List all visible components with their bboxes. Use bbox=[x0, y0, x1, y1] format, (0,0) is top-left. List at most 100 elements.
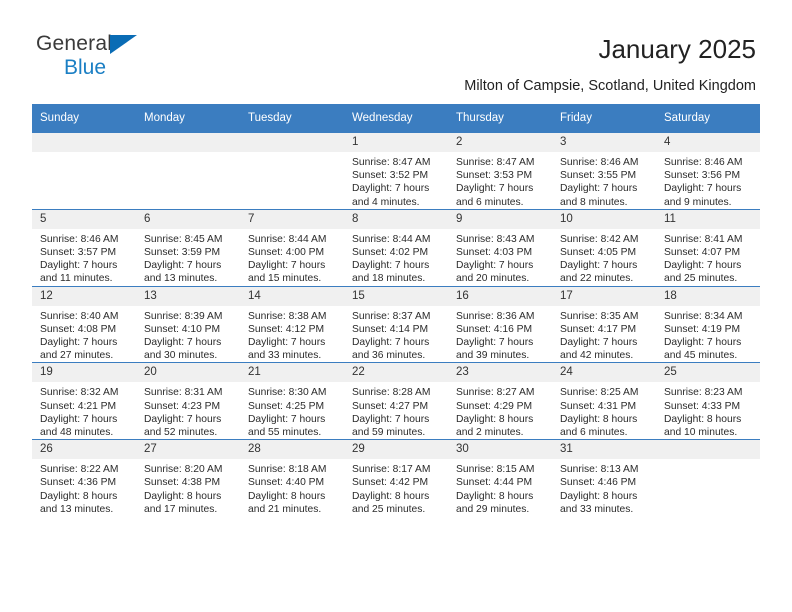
calendar-day-cell[interactable]: 18 Sunrise: 8:34 AM Sunset: 4:19 PM Dayligh… bbox=[656, 285, 760, 363]
sunset-text: Sunset: 4:44 PM bbox=[456, 477, 533, 489]
calendar-empty-cell bbox=[656, 439, 760, 517]
daylight-text-line2: and 6 minutes. bbox=[560, 427, 628, 439]
daylight-text-line2: and 33 minutes. bbox=[560, 503, 634, 515]
sunset-text: Sunset: 4:17 PM bbox=[560, 323, 637, 335]
calendar-day-cell[interactable]: 21 Sunrise: 8:30 AM Sunset: 4:25 PM Dayligh… bbox=[240, 362, 344, 440]
calendar-day-cell[interactable]: 2 Sunrise: 8:47 AM Sunset: 3:53 PM Daylight… bbox=[448, 132, 552, 210]
calendar-day-cell[interactable]: 25 Sunrise: 8:23 AM Sunset: 4:33 PM Dayligh… bbox=[656, 362, 760, 440]
day-number: 14 bbox=[240, 286, 344, 306]
calendar-day-cell[interactable]: 12 Sunrise: 8:40 AM Sunset: 4:08 PM Dayligh… bbox=[32, 285, 136, 363]
calendar-day-cell[interactable]: 7 Sunrise: 8:44 AM Sunset: 4:00 PM Daylight… bbox=[240, 208, 344, 287]
daylight-text-line2: and 55 minutes. bbox=[248, 427, 322, 439]
day-sun-info: Sunrise: 8:20 AM Sunset: 4:38 PM Daylight:… bbox=[136, 459, 240, 516]
calendar-day-cell[interactable]: 16 Sunrise: 8:36 AM Sunset: 4:16 PM Dayligh… bbox=[448, 285, 552, 363]
sunset-text: Sunset: 4:42 PM bbox=[352, 477, 429, 489]
weekday-header-saturday: Saturday bbox=[656, 104, 760, 133]
calendar-day-cell[interactable]: 5 Sunrise: 8:46 AM Sunset: 3:57 PM Daylight… bbox=[32, 208, 136, 287]
daylight-text-line2: and 36 minutes. bbox=[352, 350, 426, 362]
daylight-text-line1: Daylight: 7 hours bbox=[560, 260, 638, 272]
sunset-text: Sunset: 4:36 PM bbox=[40, 477, 117, 489]
day-sun-info: Sunrise: 8:27 AM Sunset: 4:29 PM Daylight:… bbox=[448, 382, 552, 439]
day-number: 5 bbox=[32, 209, 136, 229]
calendar-day-cell[interactable]: 27 Sunrise: 8:20 AM Sunset: 4:38 PM Dayligh… bbox=[136, 439, 240, 517]
general-blue-logo[interactable]: General Blue bbox=[36, 33, 137, 79]
daylight-text-line1: Daylight: 7 hours bbox=[456, 337, 534, 349]
calendar-day-cell[interactable]: 8 Sunrise: 8:44 AM Sunset: 4:02 PM Daylight… bbox=[344, 208, 448, 287]
day-number: 11 bbox=[656, 209, 760, 229]
daylight-text-line1: Daylight: 7 hours bbox=[352, 337, 430, 349]
sunrise-text: Sunrise: 8:15 AM bbox=[456, 464, 535, 476]
sunset-text: Sunset: 4:05 PM bbox=[560, 247, 637, 259]
day-number: 17 bbox=[552, 286, 656, 306]
daylight-text-line2: and 39 minutes. bbox=[456, 350, 530, 362]
calendar-day-cell[interactable]: 17 Sunrise: 8:35 AM Sunset: 4:17 PM Dayligh… bbox=[552, 285, 656, 363]
calendar-day-cell[interactable]: 10 Sunrise: 8:42 AM Sunset: 4:05 PM Dayligh… bbox=[552, 208, 656, 287]
weekday-header-wednesday: Wednesday bbox=[344, 104, 448, 133]
page-title: January 2025 bbox=[598, 34, 756, 64]
day-number: 1 bbox=[344, 133, 448, 152]
day-sun-info: Sunrise: 8:46 AM Sunset: 3:57 PM Daylight:… bbox=[32, 229, 136, 286]
daylight-text-line2: and 59 minutes. bbox=[352, 427, 426, 439]
daylight-text-line1: Daylight: 7 hours bbox=[664, 183, 742, 195]
day-sun-info: Sunrise: 8:13 AM Sunset: 4:46 PM Daylight:… bbox=[552, 459, 656, 516]
day-sun-info: Sunrise: 8:43 AM Sunset: 4:03 PM Daylight:… bbox=[448, 229, 552, 286]
calendar-day-cell[interactable]: 9 Sunrise: 8:43 AM Sunset: 4:03 PM Daylight… bbox=[448, 208, 552, 287]
daylight-text-line1: Daylight: 7 hours bbox=[456, 183, 534, 195]
calendar-week-row: 26 Sunrise: 8:22 AM Sunset: 4:36 PM Dayligh… bbox=[32, 439, 760, 517]
calendar-day-cell[interactable]: 31 Sunrise: 8:13 AM Sunset: 4:46 PM Dayligh… bbox=[552, 439, 656, 517]
weekday-header-row: Sunday Monday Tuesday Wednesday Thursday… bbox=[32, 104, 760, 133]
calendar-day-cell[interactable]: 28 Sunrise: 8:18 AM Sunset: 4:40 PM Dayligh… bbox=[240, 439, 344, 517]
day-number: 23 bbox=[448, 363, 552, 383]
calendar-day-cell[interactable]: 22 Sunrise: 8:28 AM Sunset: 4:27 PM Dayligh… bbox=[344, 362, 448, 440]
calendar-day-cell[interactable]: 19 Sunrise: 8:32 AM Sunset: 4:21 PM Dayligh… bbox=[32, 362, 136, 440]
sunrise-text: Sunrise: 8:27 AM bbox=[456, 387, 535, 399]
sunset-text: Sunset: 4:25 PM bbox=[248, 400, 325, 412]
day-sun-info: Sunrise: 8:45 AM Sunset: 3:59 PM Daylight:… bbox=[136, 229, 240, 286]
sunset-text: Sunset: 4:19 PM bbox=[664, 323, 741, 335]
calendar-day-cell[interactable]: 20 Sunrise: 8:31 AM Sunset: 4:23 PM Dayligh… bbox=[136, 362, 240, 440]
page-header: General Blue January 2025 Milton of Camp… bbox=[0, 0, 792, 102]
day-sun-info: Sunrise: 8:17 AM Sunset: 4:42 PM Daylight:… bbox=[344, 459, 448, 516]
sunrise-sunset-calendar: Sunday Monday Tuesday Wednesday Thursday… bbox=[32, 104, 760, 517]
calendar-day-cell[interactable]: 30 Sunrise: 8:15 AM Sunset: 4:44 PM Dayligh… bbox=[448, 439, 552, 517]
calendar-day-cell[interactable]: 23 Sunrise: 8:27 AM Sunset: 4:29 PM Dayligh… bbox=[448, 362, 552, 440]
day-number: 20 bbox=[136, 363, 240, 383]
calendar-day-cell[interactable]: 6 Sunrise: 8:45 AM Sunset: 3:59 PM Daylight… bbox=[136, 208, 240, 287]
sunrise-text: Sunrise: 8:44 AM bbox=[352, 233, 431, 245]
sunrise-text: Sunrise: 8:46 AM bbox=[40, 233, 119, 245]
daylight-text-line1: Daylight: 7 hours bbox=[352, 413, 430, 425]
daylight-text-line1: Daylight: 8 hours bbox=[456, 490, 534, 502]
day-sun-info: Sunrise: 8:46 AM Sunset: 3:56 PM Daylight:… bbox=[656, 152, 760, 209]
day-number bbox=[136, 133, 240, 152]
day-number: 24 bbox=[552, 363, 656, 383]
sunrise-text: Sunrise: 8:13 AM bbox=[560, 464, 639, 476]
sunrise-text: Sunrise: 8:43 AM bbox=[456, 233, 535, 245]
weekday-header-friday: Friday bbox=[552, 104, 656, 133]
calendar-day-cell[interactable]: 4 Sunrise: 8:46 AM Sunset: 3:56 PM Daylight… bbox=[656, 132, 760, 210]
weekday-header-tuesday: Tuesday bbox=[240, 104, 344, 133]
daylight-text-line1: Daylight: 7 hours bbox=[352, 183, 430, 195]
day-number: 26 bbox=[32, 440, 136, 460]
calendar-day-cell[interactable]: 24 Sunrise: 8:25 AM Sunset: 4:31 PM Dayligh… bbox=[552, 362, 656, 440]
sunset-text: Sunset: 4:27 PM bbox=[352, 400, 429, 412]
sunset-text: Sunset: 3:56 PM bbox=[664, 170, 741, 182]
sunrise-text: Sunrise: 8:45 AM bbox=[144, 233, 223, 245]
calendar-day-cell[interactable]: 1 Sunrise: 8:47 AM Sunset: 3:52 PM Daylight… bbox=[344, 132, 448, 210]
calendar-day-cell[interactable]: 3 Sunrise: 8:46 AM Sunset: 3:55 PM Daylight… bbox=[552, 132, 656, 210]
calendar-day-cell[interactable]: 13 Sunrise: 8:39 AM Sunset: 4:10 PM Dayligh… bbox=[136, 285, 240, 363]
calendar-day-cell[interactable]: 15 Sunrise: 8:37 AM Sunset: 4:14 PM Dayligh… bbox=[344, 285, 448, 363]
daylight-text-line1: Daylight: 7 hours bbox=[248, 413, 326, 425]
calendar-day-cell[interactable]: 11 Sunrise: 8:41 AM Sunset: 4:07 PM Dayligh… bbox=[656, 208, 760, 287]
sunset-text: Sunset: 3:52 PM bbox=[352, 170, 429, 182]
triangle-icon bbox=[110, 35, 137, 54]
sunset-text: Sunset: 4:10 PM bbox=[144, 323, 221, 335]
calendar-day-cell[interactable]: 14 Sunrise: 8:38 AM Sunset: 4:12 PM Dayligh… bbox=[240, 285, 344, 363]
page-subtitle: Milton of Campsie, Scotland, United King… bbox=[464, 78, 756, 94]
sunset-text: Sunset: 4:38 PM bbox=[144, 477, 221, 489]
day-sun-info: Sunrise: 8:42 AM Sunset: 4:05 PM Daylight:… bbox=[552, 229, 656, 286]
sunset-text: Sunset: 4:31 PM bbox=[560, 400, 637, 412]
calendar-day-cell[interactable]: 29 Sunrise: 8:17 AM Sunset: 4:42 PM Dayligh… bbox=[344, 439, 448, 517]
calendar-day-cell[interactable]: 26 Sunrise: 8:22 AM Sunset: 4:36 PM Dayligh… bbox=[32, 439, 136, 517]
day-number: 15 bbox=[344, 286, 448, 306]
day-number bbox=[240, 133, 344, 152]
